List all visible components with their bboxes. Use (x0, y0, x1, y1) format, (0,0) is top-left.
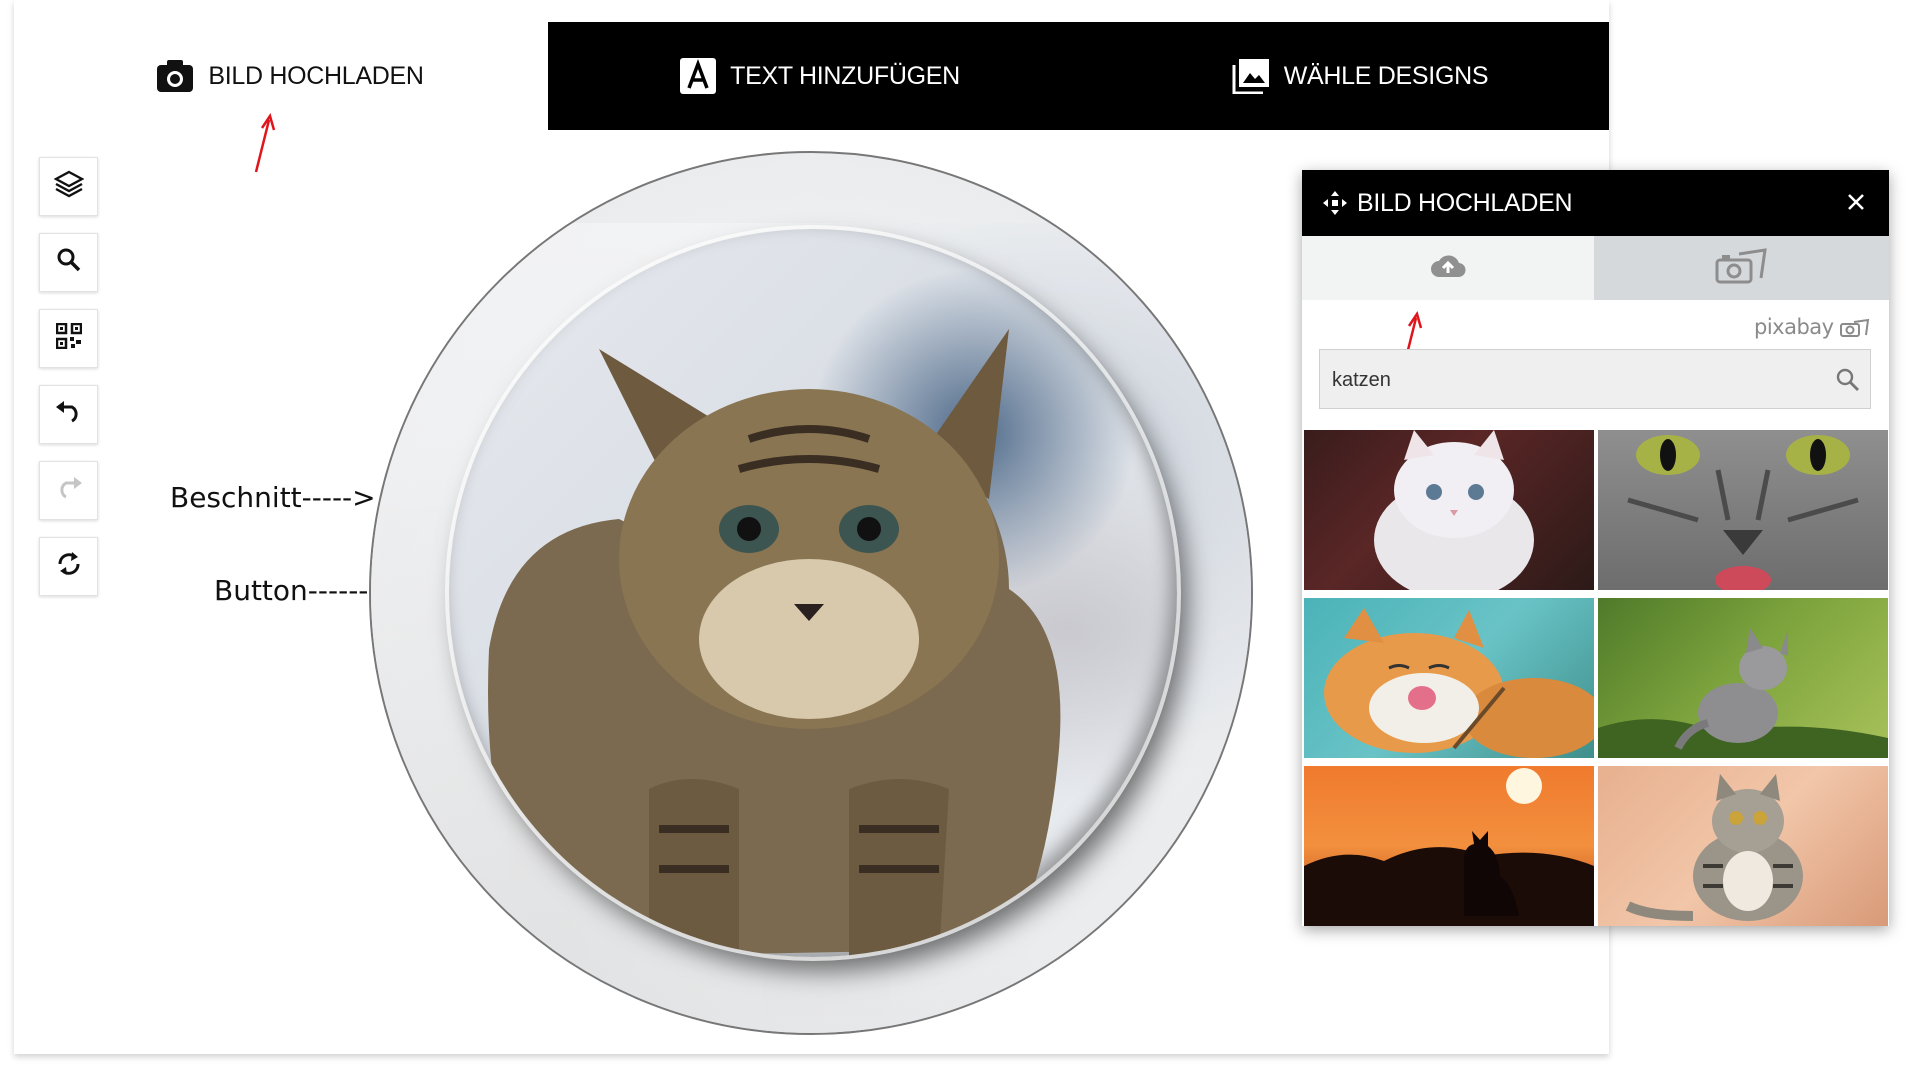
move-icon[interactable] (1322, 190, 1348, 221)
undo-icon (54, 401, 84, 428)
tab-add-text[interactable]: TEXT HINZUFÜGEN (660, 22, 980, 130)
crop-annotation: Beschnitt-----> (170, 481, 376, 514)
panel-title: BILD HOCHLADEN (1357, 189, 1573, 217)
upload-cloud-icon (1430, 253, 1466, 284)
qr-code-button[interactable] (39, 309, 98, 368)
zoom-button[interactable] (39, 233, 98, 292)
text-a-icon (680, 58, 717, 94)
layers-button[interactable] (39, 157, 98, 216)
redo-button[interactable] (39, 461, 98, 520)
tabby-cat-sitting-thumbnail[interactable] (1598, 766, 1888, 926)
grey-kitten-grass-thumbnail[interactable] (1598, 598, 1888, 758)
refresh-icon (56, 549, 82, 584)
refresh-button[interactable] (39, 537, 98, 596)
white-kitten-thumbnail[interactable] (1304, 430, 1594, 590)
tab-choose-designs[interactable]: WÄHLE DESIGNS (1210, 22, 1510, 130)
search-icon[interactable] (1835, 367, 1861, 398)
orange-cat-licking-thumbnail[interactable] (1304, 598, 1594, 758)
tab-upload-image[interactable]: BILD HOCHLADEN (120, 22, 460, 130)
button-kitten-photo[interactable] (449, 229, 1177, 957)
tab-choose-designs-label: WÄHLE DESIGNS (1283, 61, 1489, 90)
upload-image-panel: BILD HOCHLADEN pixabay (1302, 170, 1889, 926)
close-icon[interactable] (1844, 190, 1868, 219)
layers-icon (52, 169, 85, 204)
pixabay-search-input[interactable] (1330, 350, 1814, 410)
pixabay-logo: pixabay (1754, 315, 1870, 339)
camera-icon (156, 59, 194, 93)
cat-silhouette-sunset-thumbnail[interactable] (1304, 766, 1594, 926)
zoom-icon (56, 247, 82, 278)
annotation-arrow-upload (254, 113, 276, 173)
redo-icon (54, 477, 84, 504)
gallery-icon (1232, 58, 1270, 94)
tab-pixabay-search[interactable] (1594, 236, 1889, 300)
qr-code-icon (55, 322, 82, 354)
kitten-illustration (488, 329, 1061, 957)
tab-upload-from-device[interactable] (1302, 236, 1594, 300)
pixabay-brand-text: pixabay (1754, 315, 1834, 339)
undo-button[interactable] (39, 385, 98, 444)
pixabay-camera-icon (1715, 247, 1769, 289)
tab-add-text-label: TEXT HINZUFÜGEN (730, 61, 960, 90)
panel-header: BILD HOCHLADEN (1302, 170, 1889, 236)
tab-upload-label: BILD HOCHLADEN (208, 61, 424, 90)
pixabay-search-box (1319, 349, 1871, 410)
grey-cat-closeup-thumbnail[interactable] (1598, 430, 1888, 590)
